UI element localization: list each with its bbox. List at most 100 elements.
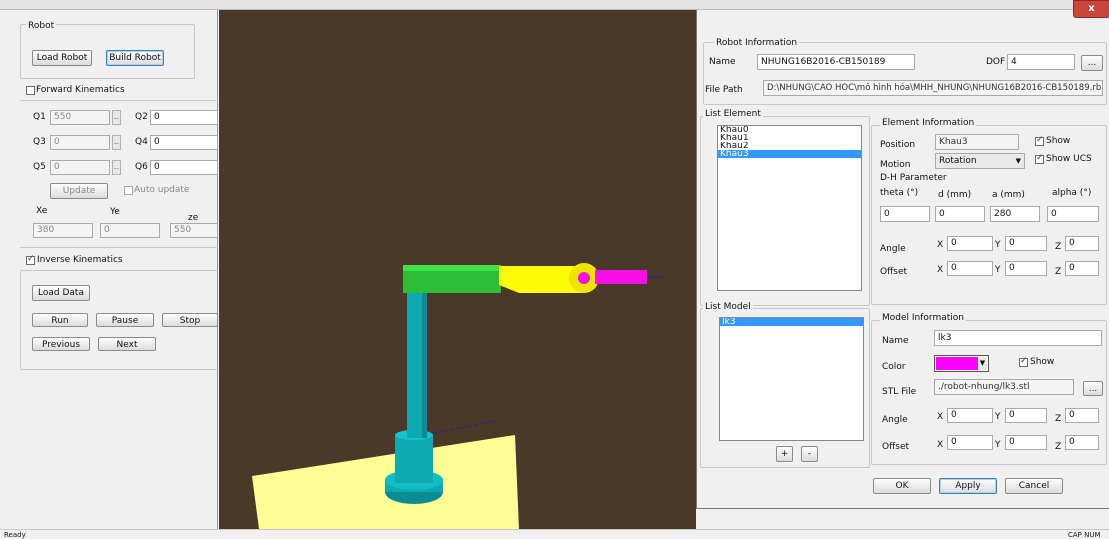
list-element-title: List Element — [703, 109, 763, 119]
auto-update-label: Auto update — [134, 185, 190, 195]
link-magenta — [595, 270, 647, 284]
forward-kinematics-checkbox[interactable] — [26, 86, 35, 95]
forward-kinematics-label: Forward Kinematics — [36, 85, 125, 95]
angle-label: Angle — [880, 244, 906, 254]
alpha-input[interactable]: 0 — [1047, 206, 1099, 222]
show-ucs-checkbox[interactable] — [1035, 153, 1044, 164]
angle-y-input[interactable]: 0 — [1005, 236, 1047, 251]
color-picker[interactable]: ▼ — [934, 355, 989, 372]
model-angle-x-label: X — [937, 412, 944, 422]
q6-input[interactable]: 0 — [150, 160, 218, 175]
divider — [20, 247, 218, 248]
file-path-label: File Path — [705, 85, 743, 95]
model-offset-y-input[interactable]: 0 — [1005, 435, 1047, 450]
q4-label: Q4 — [135, 137, 148, 147]
model-offset-label: Offset — [882, 442, 910, 452]
show-checkbox[interactable] — [1035, 135, 1044, 146]
model-offset-y-label: Y — [995, 440, 1001, 450]
inverse-kinematics-checkbox[interactable] — [26, 254, 35, 265]
model-angle-z-label: Z — [1055, 414, 1062, 424]
robot-name-input[interactable]: NHUNG16B2016-CB150189 — [757, 54, 915, 70]
list-item[interactable]: Khau2 — [718, 142, 861, 150]
list-model-title: List Model — [703, 302, 753, 312]
stop-button[interactable]: Stop — [162, 313, 218, 327]
q1-input[interactable]: 550 — [50, 110, 110, 125]
remove-model-button[interactable]: - — [801, 446, 818, 462]
list-item[interactable]: Khau3 — [718, 150, 861, 158]
model-offset-z-label: Z — [1055, 442, 1062, 452]
list-item[interactable]: Khau1 — [718, 134, 861, 142]
element-list[interactable]: Khau0 Khau1 Khau2 Khau3 — [717, 125, 862, 291]
3d-viewport[interactable] — [219, 10, 696, 529]
robot-scene — [252, 263, 664, 529]
q1-label: Q1 — [33, 112, 46, 122]
cancel-button[interactable]: Cancel — [1005, 478, 1063, 494]
load-data-button[interactable]: Load Data — [32, 285, 90, 301]
load-robot-button[interactable]: Load Robot — [32, 50, 92, 66]
joint-yellow-center — [578, 272, 590, 284]
browse-button[interactable]: ... — [1081, 55, 1103, 71]
offset-label: Offset — [880, 267, 908, 277]
build-robot-button[interactable]: Build Robot — [106, 50, 164, 66]
inverse-kinematics-label: Inverse Kinematics — [37, 255, 123, 265]
model-offset-z-input[interactable]: 0 — [1065, 435, 1099, 450]
previous-button[interactable]: Previous — [32, 337, 90, 351]
motion-select[interactable]: Rotation ▼ — [935, 153, 1025, 169]
chevron-down-icon: ▼ — [1015, 157, 1021, 165]
q5-input[interactable]: 0 — [50, 160, 110, 175]
q4-input[interactable]: 0 — [150, 135, 218, 150]
next-button[interactable]: Next — [98, 337, 156, 351]
offset-z-input[interactable]: 0 — [1065, 261, 1099, 276]
list-item[interactable]: Khau0 — [718, 126, 861, 134]
auto-update-checkbox[interactable] — [124, 186, 133, 195]
q5-label: Q5 — [33, 162, 46, 172]
d-input[interactable]: 0 — [935, 206, 985, 222]
close-button[interactable]: x — [1073, 0, 1109, 18]
angle-y-label: Y — [995, 240, 1001, 250]
q3-input[interactable]: 0 — [50, 135, 110, 150]
theta-input[interactable]: 0 — [880, 206, 930, 222]
list-item[interactable]: lk3 — [720, 318, 863, 326]
offset-x-input[interactable]: 0 — [947, 261, 993, 276]
angle-x-input[interactable]: 0 — [947, 236, 993, 251]
stl-browse-button[interactable]: ... — [1083, 381, 1103, 396]
model-info-title: Model Information — [880, 313, 966, 323]
dof-input[interactable]: 4 — [1007, 54, 1075, 70]
apply-button[interactable]: Apply — [939, 478, 997, 494]
update-button[interactable]: Update — [50, 183, 108, 199]
q5-spinner[interactable] — [112, 160, 121, 175]
chevron-down-icon: ▼ — [978, 357, 987, 370]
q3-spinner[interactable] — [112, 135, 121, 150]
show-label: Show — [1046, 136, 1071, 146]
ye-label: Ye — [110, 207, 120, 217]
model-angle-z-input[interactable]: 0 — [1065, 408, 1099, 423]
a-input[interactable]: 280 — [990, 206, 1040, 222]
add-model-button[interactable]: + — [776, 446, 793, 462]
ok-button[interactable]: OK — [873, 478, 931, 494]
robot-info-title: Robot Information — [714, 38, 800, 48]
stl-file-label: STL File — [882, 387, 917, 397]
close-icon: x — [1088, 3, 1095, 14]
pause-button[interactable]: Pause — [96, 313, 154, 327]
offset-x-label: X — [937, 265, 944, 275]
top-strip — [0, 0, 1109, 10]
d-label: d (mm) — [938, 190, 972, 200]
model-name-input[interactable]: lk3 — [934, 330, 1102, 346]
q2-input[interactable]: 0 — [150, 110, 218, 125]
model-angle-y-input[interactable]: 0 — [1005, 408, 1047, 423]
angle-z-input[interactable]: 0 — [1065, 236, 1099, 251]
model-list[interactable]: lk3 — [719, 317, 864, 441]
model-show-checkbox[interactable] — [1019, 356, 1028, 367]
model-show-label: Show — [1030, 357, 1055, 367]
link-green-top — [403, 265, 501, 271]
angle-z-label: Z — [1055, 242, 1062, 252]
run-button[interactable]: Run — [32, 313, 88, 327]
model-angle-x-input[interactable]: 0 — [947, 408, 993, 423]
offset-y-input[interactable]: 0 — [1005, 261, 1047, 276]
color-swatch — [936, 357, 978, 370]
model-name-label: Name — [882, 336, 909, 346]
show-ucs-label: Show UCS — [1046, 154, 1092, 164]
q1-spinner[interactable] — [112, 110, 121, 125]
offset-z-label: Z — [1055, 267, 1062, 277]
model-offset-x-input[interactable]: 0 — [947, 435, 993, 450]
